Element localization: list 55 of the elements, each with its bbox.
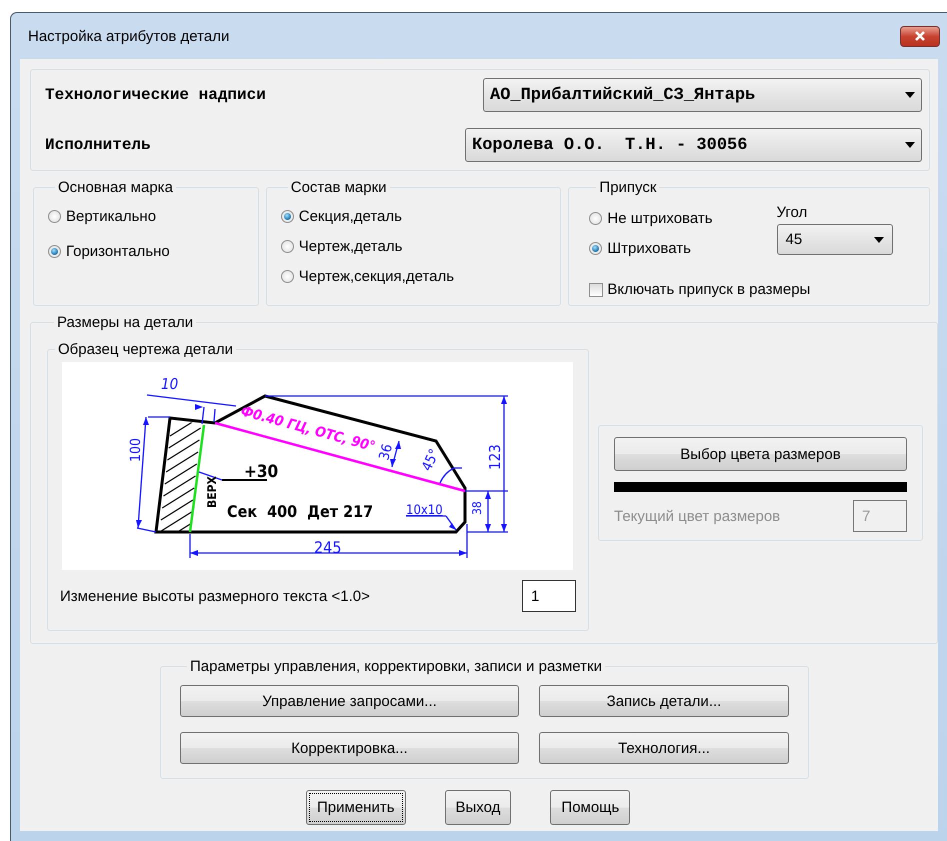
close-icon bbox=[914, 31, 926, 41]
field-label: Изменение высоты размерного текста <1.0> bbox=[60, 588, 370, 604]
drawing-label: 36 bbox=[376, 442, 396, 462]
drawing-label: Сек 400 Дет 217 bbox=[227, 502, 374, 521]
checkbox-option[interactable]: Включать припуск в размеры bbox=[589, 274, 929, 305]
field-label: Технологические надписи bbox=[45, 86, 267, 104]
drawing-label: Ф0.40 ГЦ, ОТС, 90° bbox=[238, 403, 377, 456]
field-label: Текущий цвет размеров bbox=[614, 508, 780, 524]
group-title: Образец чертежа детали bbox=[57, 341, 234, 358]
caret-icon bbox=[874, 236, 884, 242]
action-button[interactable]: Корректировка... bbox=[180, 732, 519, 764]
drawing-label: 10 bbox=[161, 375, 178, 393]
field-label: Угол bbox=[776, 204, 808, 221]
drawing-label: 45° bbox=[419, 446, 444, 474]
drawing-label: 123 bbox=[486, 444, 504, 470]
group-title: Параметры управления, корректировки, записи и разметки bbox=[189, 658, 603, 675]
group-title: Припуск bbox=[598, 179, 658, 196]
option-label[interactable]: Не штриховать bbox=[607, 210, 713, 227]
drawing-label: 38 bbox=[470, 501, 484, 515]
input-field[interactable]: 1 bbox=[522, 580, 576, 612]
radio-button[interactable] bbox=[280, 270, 294, 283]
radio-button[interactable] bbox=[280, 240, 294, 253]
group-title: Состав марки bbox=[290, 179, 388, 196]
option-label[interactable]: Штриховать bbox=[607, 240, 691, 257]
radio-button[interactable] bbox=[280, 210, 294, 223]
dropdown[interactable]: Королева О.О. Т.Н. - 30056 bbox=[465, 128, 922, 162]
dialog-button[interactable]: Применить bbox=[306, 790, 406, 825]
action-button[interactable]: Управление запросами... bbox=[180, 685, 519, 717]
caret-icon bbox=[905, 92, 915, 98]
action-button[interactable]: Технология... bbox=[539, 732, 789, 764]
drawing-label: ВЕРХ bbox=[205, 476, 219, 508]
option-label[interactable]: Чертеж,секция,деталь bbox=[298, 268, 454, 285]
drawing-label: 10x10 bbox=[406, 503, 443, 518]
dialog-button[interactable]: Помощь bbox=[550, 790, 630, 825]
drawing-label: +30 bbox=[244, 462, 278, 482]
window-title: Настройка атрибутов детали bbox=[28, 28, 230, 44]
radio-button[interactable] bbox=[48, 245, 61, 258]
drawing-label: 100 bbox=[128, 438, 144, 462]
radio-button[interactable] bbox=[48, 210, 61, 223]
caret-icon bbox=[905, 142, 915, 148]
field-label: Исполнитель bbox=[45, 136, 152, 154]
action-button[interactable]: Запись детали... bbox=[539, 685, 789, 717]
dropdown[interactable]: АО_Прибалтийский_СЗ_Янтарь bbox=[483, 78, 922, 112]
option-label[interactable]: Вертикально bbox=[66, 208, 156, 225]
close-button[interactable] bbox=[900, 26, 940, 46]
option-label[interactable]: Секция,деталь bbox=[298, 208, 402, 225]
radio-button[interactable] bbox=[589, 242, 602, 255]
option-label[interactable]: Чертеж,деталь bbox=[298, 238, 402, 255]
dialog-button[interactable]: Выход bbox=[444, 790, 512, 825]
group-title: Размеры на детали bbox=[56, 314, 194, 331]
color-button[interactable]: Выбор цвета размеров bbox=[614, 437, 907, 471]
option-label[interactable]: Горизонтально bbox=[66, 243, 170, 260]
group-title: Основная марка bbox=[57, 179, 174, 196]
radio-button[interactable] bbox=[589, 212, 602, 225]
dropdown[interactable]: 45 bbox=[776, 224, 893, 255]
